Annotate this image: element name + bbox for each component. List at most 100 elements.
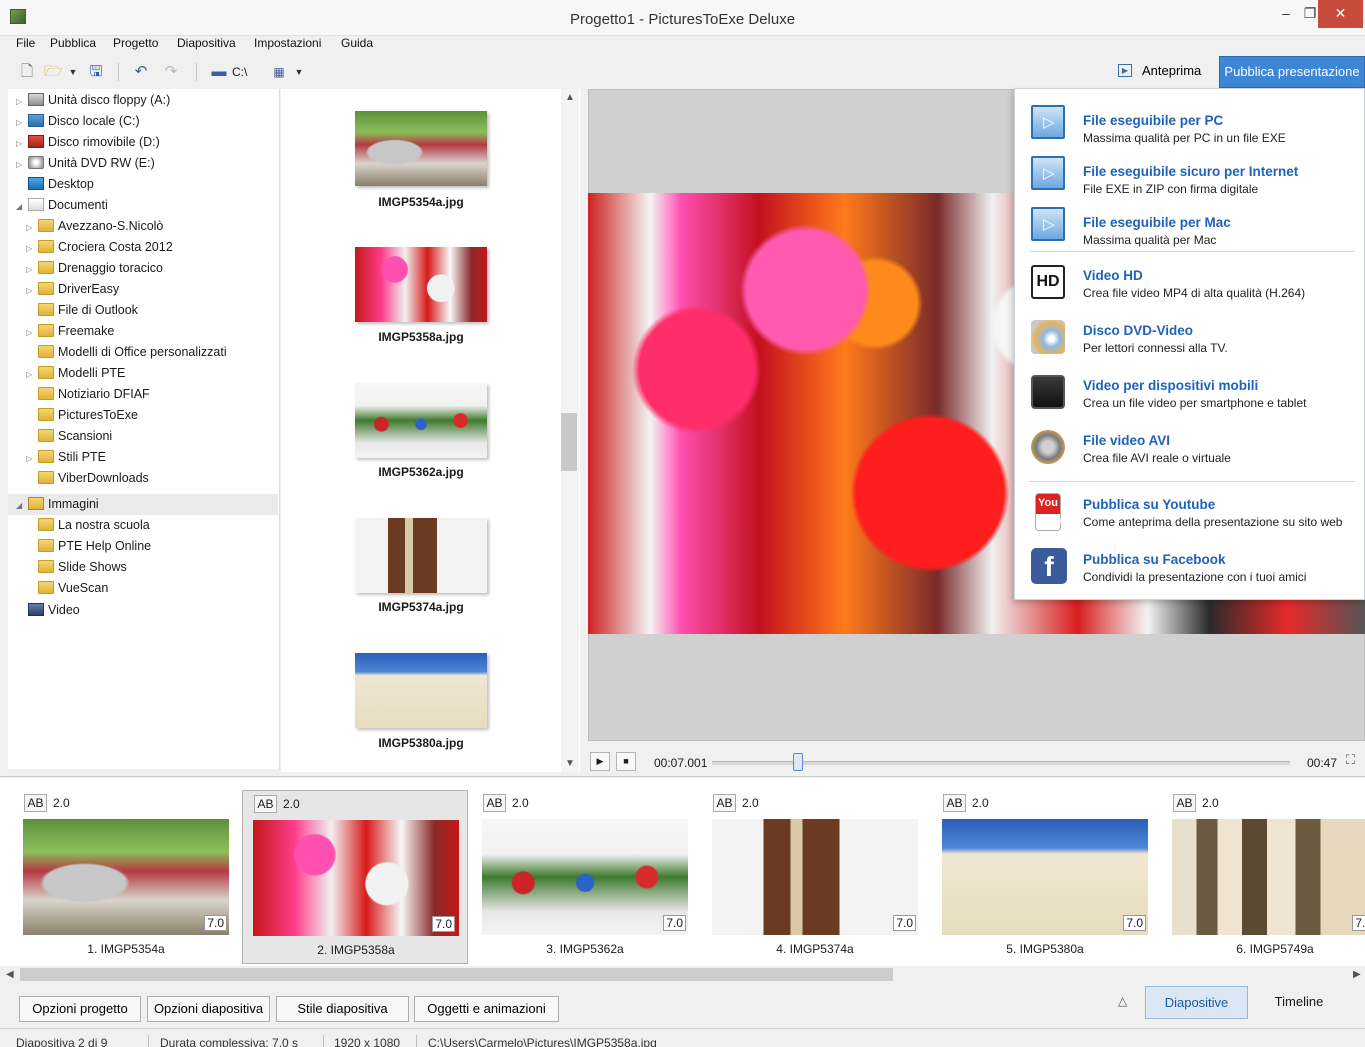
menu-guida[interactable]: Guida [341,36,373,50]
publish-item-video-hd[interactable]: HD Video HD Crea file video MP4 di alta … [1015,259,1364,311]
slide-thumbnail[interactable] [23,819,229,935]
objects-animations-button[interactable]: Oggetti e animazioni [414,996,559,1022]
slide-strip-scrollbar[interactable]: ◀ ▶ [0,966,1365,984]
tree-item-folder[interactable]: ▷ Modelli PTE [26,363,125,384]
tree-item-folder[interactable]: La nostra scuola [38,515,150,536]
slide-item[interactable]: AB 2.0 7.0 3. IMGP5362a [472,790,698,964]
close-button[interactable]: ✕ [1318,0,1363,28]
file-thumbnail[interactable] [355,518,487,593]
file-thumbnail[interactable] [355,247,487,322]
tree-item-folder[interactable]: PicturesToExe [38,405,138,426]
drive-icon[interactable]: ▬ [210,63,228,81]
seek-handle[interactable] [793,753,803,771]
tree-item-folder[interactable]: Scansioni [38,426,112,447]
transition-ab-button[interactable]: AB [943,794,966,812]
transition-ab-button[interactable]: AB [254,795,277,813]
file-browser[interactable]: IMGP5354a.jpg IMGP5358a.jpg IMGP5362a.jp… [281,89,580,772]
transition-ab-button[interactable]: AB [24,794,47,812]
view-mode-icon[interactable]: ▦ [270,63,288,81]
expand-arrow-icon[interactable]: ▷ [16,154,28,175]
expand-arrow-icon[interactable]: ▷ [26,217,38,238]
publish-item-youtube[interactable]: You Tube Pubblica su Youtube Come antepr… [1015,489,1364,541]
tree-item-folder[interactable]: ▷ Stili PTE [26,447,106,468]
file-thumbnail[interactable] [355,653,487,728]
tree-item-folder[interactable]: VueScan [38,578,108,599]
tree-item-folder[interactable]: ViberDownloads [38,468,149,489]
file-thumbnail[interactable] [355,111,487,186]
slide-thumbnail[interactable] [712,819,918,935]
publish-item-mac[interactable]: File eseguibile per Mac Massima qualità … [1015,199,1364,247]
tree-item-folder[interactable]: PTE Help Online [38,536,151,557]
slide-item[interactable]: AB 2.0 7.0 1. IMGP5354a [13,790,239,964]
file-list-scroll-thumb[interactable] [561,413,577,471]
tree-item-desktop[interactable]: Desktop [28,174,94,195]
publish-presentation-button[interactable]: Pubblica presentazione [1219,56,1365,88]
collapse-panel-icon[interactable]: △ [1118,994,1127,1008]
transition-ab-button[interactable]: AB [483,794,506,812]
expand-arrow-icon[interactable]: ▷ [26,238,38,259]
tab-timeline[interactable]: Timeline [1250,986,1348,1019]
tab-slides[interactable]: Diapositive [1145,986,1248,1019]
tree-item-folder[interactable]: ▷ DriverEasy [26,279,119,300]
stop-button[interactable]: ■ [616,752,636,771]
tree-item-immagini[interactable]: ◢ Immagini [8,494,278,515]
expand-arrow-icon[interactable]: ▷ [16,133,28,154]
file-thumbnail[interactable] [355,383,487,458]
expand-arrow-icon[interactable]: ▷ [26,364,38,385]
tree-item-dvd[interactable]: ▷ Unità DVD RW (E:) [16,153,155,174]
open-dropdown-icon[interactable]: ▼ [64,63,82,81]
slide-style-button[interactable]: Stile diapositiva [276,996,409,1022]
slide-item[interactable]: AB 2.0 7.0 4. IMGP5374a [702,790,928,964]
tree-item-removable-disk[interactable]: ▷ Disco rimovibile (D:) [16,132,160,153]
publish-item-internet-exe[interactable]: File eseguibile sicuro per Internet File… [1015,148,1364,196]
slide-thumbnail[interactable] [1172,819,1365,935]
save-icon[interactable]: 🖫 [87,63,105,81]
tree-item-folder[interactable]: ▷ Avezzano-S.Nicolò [26,216,163,237]
expand-arrow-icon[interactable]: ▷ [26,448,38,469]
menu-pubblica[interactable]: Pubblica [50,36,96,50]
slide-thumbnail[interactable] [482,819,688,935]
fullscreen-icon[interactable]: ⛶ [1346,752,1355,768]
expand-arrow-icon[interactable]: ▷ [26,322,38,343]
slide-options-button[interactable]: Opzioni diapositiva [147,996,270,1022]
tree-item-folder[interactable]: File di Outlook [38,300,138,321]
tree-item-local-disk[interactable]: ▷ Disco locale (C:) [16,111,140,132]
tree-item-documenti[interactable]: ◢ Documenti [16,195,108,216]
slide-item[interactable]: AB 2.0 7.0 5. IMGP5380a [932,790,1158,964]
tree-item-folder[interactable]: ▷ Drenaggio toracico [26,258,163,279]
publish-item-pc-exe[interactable]: File eseguibile per PC Massima qualità p… [1015,97,1364,145]
tree-item-folder[interactable]: ▷ Crociera Costa 2012 [26,237,173,258]
expand-arrow-icon[interactable]: ▷ [26,280,38,301]
expand-arrow-icon[interactable]: ▷ [16,91,28,112]
collapse-arrow-icon[interactable]: ◢ [16,196,28,217]
publish-item-dvd[interactable]: Disco DVD-Video Per lettori connessi all… [1015,314,1364,366]
folder-tree[interactable]: ▷ Unità disco floppy (A:) ▷ Disco locale (… [8,89,280,769]
slide-strip-scroll-thumb[interactable] [20,968,893,981]
view-dropdown-icon[interactable]: ▼ [290,63,308,81]
slide-item[interactable]: AB 2.0 7.0 6. IMGP5749a [1162,790,1365,964]
tree-item-folder[interactable]: Notiziario DFIAF [38,384,150,405]
transition-ab-button[interactable]: AB [713,794,736,812]
drive-label[interactable]: C:\ [232,65,247,79]
scroll-right-icon[interactable]: ▶ [1353,969,1361,980]
scroll-down-icon[interactable]: ▼ [565,758,575,769]
scroll-up-icon[interactable]: ▲ [565,92,575,103]
slide-item-selected[interactable]: AB 2.0 7.0 2. IMGP5358a [242,790,468,964]
tree-item-video[interactable]: Video [28,600,80,621]
menu-impostazioni[interactable]: Impostazioni [254,36,321,50]
menu-diapositiva[interactable]: Diapositiva [177,36,236,50]
tree-item-folder[interactable]: ▷ Freemake [26,321,114,342]
slide-thumbnail[interactable] [942,819,1148,935]
collapse-arrow-icon[interactable]: ◢ [16,495,28,516]
undo-icon[interactable]: ↶ [132,63,150,81]
tree-item-folder[interactable]: Modelli di Office personalizzati [38,342,227,363]
publish-item-mobile[interactable]: Video per dispositivi mobili Crea un fil… [1015,369,1364,421]
slide-thumbnail[interactable] [253,820,459,936]
play-button[interactable]: ▶ [590,752,610,771]
expand-arrow-icon[interactable]: ▷ [26,259,38,280]
publish-item-facebook[interactable]: f Pubblica su Facebook Condividi la pres… [1015,544,1364,596]
preview-button[interactable]: ▶ Anteprima [1108,57,1212,85]
open-folder-icon[interactable]: 🗁 [44,63,63,81]
menu-progetto[interactable]: Progetto [113,36,158,50]
tree-item-floppy[interactable]: ▷ Unità disco floppy (A:) [16,90,170,111]
